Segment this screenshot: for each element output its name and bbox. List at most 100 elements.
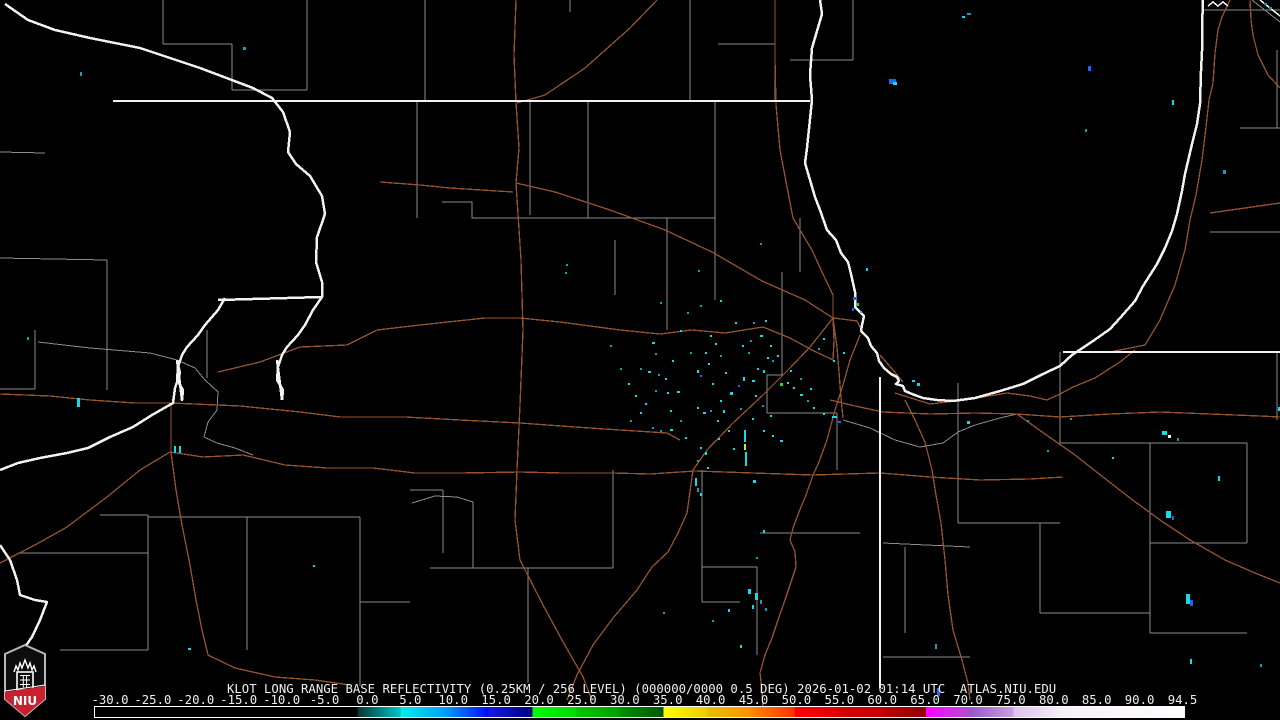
- radar-echo: [1172, 100, 1174, 105]
- radar-echo: [760, 600, 762, 604]
- county-lines-indiana: [882, 352, 1278, 658]
- highways: [0, 0, 1280, 711]
- mississippi-river: [0, 2, 327, 666]
- radar-echo: [712, 383, 714, 385]
- radar-echo: [712, 620, 714, 622]
- radar-echo: [832, 416, 837, 418]
- radar-map: [0, 0, 1280, 711]
- radar-echo: [725, 372, 727, 374]
- radar-echo: [750, 340, 752, 342]
- radar-echo: [1027, 420, 1029, 422]
- radar-echo: [893, 82, 897, 85]
- radar-echo: [710, 335, 712, 337]
- radar-echo: [670, 410, 672, 412]
- county-lines-south-illinois: [18, 470, 860, 686]
- radar-echo: [833, 360, 835, 362]
- dbz-scale-label: 80.0: [1038, 693, 1069, 707]
- highway-toll-southeast: [1016, 413, 1280, 584]
- radar-echo: [752, 418, 754, 420]
- dbz-scale-label: 0.0: [356, 693, 379, 707]
- radar-echo: [697, 488, 699, 492]
- radar-echo: [1190, 659, 1192, 664]
- highway-i65: [904, 399, 971, 701]
- dbz-scale-label: 60.0: [867, 693, 897, 707]
- radar-echo: [1269, 7, 1272, 9]
- kankakee-river: [842, 413, 1018, 448]
- radar-echo: [1047, 450, 1049, 452]
- dbz-scale-label: 85.0: [1081, 693, 1112, 707]
- radar-echo: [685, 437, 687, 439]
- radar-echo: [670, 429, 673, 431]
- radar-echo: [179, 446, 181, 453]
- radar-echo: [620, 368, 622, 370]
- radar-echo: [800, 378, 802, 380]
- dbz-scale-label: 25.0: [567, 693, 597, 707]
- highway-connector: [0, 393, 172, 452]
- radar-echo: [652, 427, 654, 429]
- dbz-scale-label: 40.0: [695, 693, 726, 707]
- highway-i57: [759, 334, 861, 711]
- radar-echo: [720, 400, 722, 402]
- dbz-scale-label: -20.0: [177, 693, 215, 707]
- radar-echo: [680, 330, 682, 332]
- radar-echo: [1218, 476, 1220, 481]
- dbz-scale-label: 20.0: [524, 693, 554, 707]
- radar-echo: [770, 415, 772, 417]
- radar-echo: [715, 343, 717, 345]
- radar-echo: [760, 335, 763, 337]
- county-lines-west-illinois: [0, 151, 208, 390]
- radar-echo: [717, 420, 719, 422]
- radar-echo: [728, 609, 730, 612]
- radar-echo: [723, 410, 725, 413]
- radar-echo: [640, 412, 642, 414]
- dbz-scale-label: 94.5: [1167, 693, 1198, 707]
- radar-echo: [740, 408, 742, 410]
- radar-echo: [655, 353, 657, 355]
- radar-echo: [866, 268, 868, 271]
- radar-echo: [663, 612, 665, 614]
- dbz-scale-label: 10.0: [438, 693, 468, 707]
- radar-echo: [707, 467, 709, 469]
- radar-echo: [860, 311, 862, 313]
- dbz-scale-label: -15.0: [220, 693, 258, 707]
- radar-echo: [700, 447, 702, 449]
- radar-echo: [658, 374, 660, 376]
- radar-echo: [1260, 664, 1262, 667]
- dbz-scale-label: -10.0: [263, 693, 301, 707]
- dbz-scale-label: 30.0: [609, 693, 640, 707]
- radar-echo: [710, 410, 712, 412]
- niu-logo: NIU: [4, 644, 46, 718]
- radar-echo: [748, 352, 750, 354]
- radar-display: NIU KLOT LONG RANGE BASE REFLECTIVITY (0…: [0, 0, 1280, 720]
- colorbar-scale-labels: -30.0 -25.0 -20.0 -15.0 -10.0 -5.0 0.0 5.0 10.0 1…: [0, 694, 1280, 706]
- radar-echo: [793, 387, 795, 389]
- radar-echo: [1186, 594, 1190, 604]
- radar-echo: [665, 378, 667, 380]
- radar-echo: [1190, 600, 1193, 606]
- radar-echo: [720, 300, 722, 302]
- radar-echo: [763, 370, 765, 373]
- radar-echo: [740, 645, 742, 648]
- radar-echo: [760, 243, 762, 245]
- radar-echo: [640, 368, 642, 370]
- radar-echo: [703, 412, 706, 414]
- radar-echo: [1085, 129, 1087, 132]
- radar-echo: [697, 407, 699, 409]
- radar-echo: [744, 444, 746, 450]
- radar-echo: [807, 400, 809, 402]
- dbz-scale-label: 90.0: [1124, 693, 1155, 707]
- highway-shore-east: [894, 349, 1136, 405]
- radar-echo: [772, 435, 774, 437]
- radar-echo: [728, 430, 730, 432]
- radar-echo: [823, 338, 825, 340]
- dbz-scale-label: -5.0: [309, 693, 340, 707]
- highway-i88-corridor: [217, 317, 835, 373]
- radar-echo: [77, 398, 80, 407]
- radar-echo: [730, 392, 733, 395]
- radar-echo: [628, 383, 630, 385]
- radar-echo: [763, 530, 765, 533]
- radar-echo: [852, 308, 854, 311]
- radar-echo: [762, 405, 764, 407]
- radar-echo: [698, 270, 700, 272]
- dbz-scale-label: -30.0: [91, 693, 129, 707]
